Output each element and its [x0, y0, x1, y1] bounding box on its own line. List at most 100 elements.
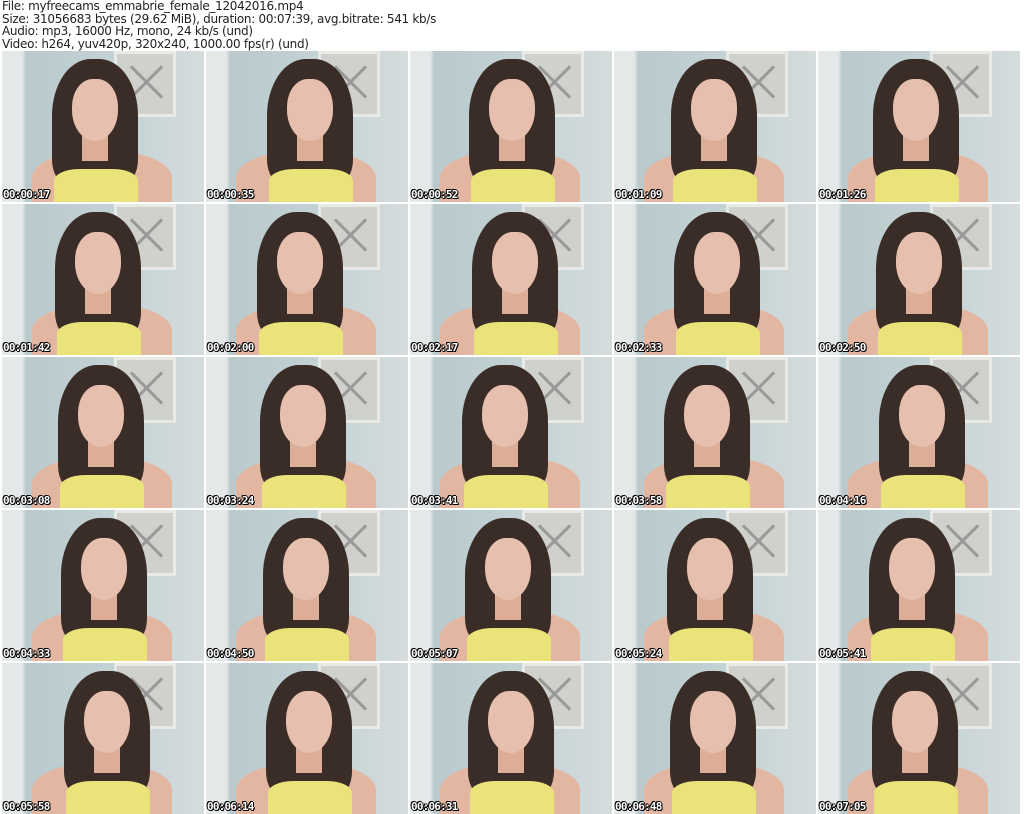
thumbnail-face: [78, 385, 124, 447]
thumbnail-face: [889, 538, 935, 600]
video-thumbnail: 00:00:35: [206, 51, 408, 202]
thumbnail-timestamp: 00:04:33: [3, 647, 50, 660]
thumbnail-timestamp: 00:06:48: [615, 800, 662, 813]
video-thumbnail: 00:05:24: [614, 510, 816, 661]
thumbnail-face: [287, 79, 333, 141]
thumbnail-timestamp: 00:04:50: [207, 647, 254, 660]
thumbnail-timestamp: 00:01:42: [3, 341, 50, 354]
thumbnail-face: [896, 232, 942, 294]
thumbnail-top: [60, 475, 144, 508]
thumbnail-face: [84, 691, 130, 753]
video-thumbnail: 00:04:16: [818, 357, 1020, 508]
thumbnail-timestamp: 00:02:33: [615, 341, 662, 354]
thumbnail-face: [283, 538, 329, 600]
thumbnail-top: [268, 781, 352, 814]
video-info: Video: h264, yuv420p, 320x240, 1000.00 f…: [2, 36, 309, 51]
thumbnail-timestamp: 00:03:41: [411, 494, 458, 507]
thumbnail-timestamp: 00:00:17: [3, 188, 50, 201]
thumbnail-timestamp: 00:06:31: [411, 800, 458, 813]
thumbnail-top: [672, 781, 756, 814]
thumbnail-timestamp: 00:05:07: [411, 647, 458, 660]
video-thumbnail: 00:00:17: [2, 51, 204, 202]
thumbnail-face: [485, 538, 531, 600]
thumbnail-grid: 00:00:17 00:00:35 00:00:52 00:01:09 00:01:26…: [2, 51, 1020, 814]
video-thumbnail: 00:03:24: [206, 357, 408, 508]
thumbnail-top: [669, 628, 753, 661]
video-thumbnail: 00:01:42: [2, 204, 204, 355]
thumbnail-top: [262, 475, 346, 508]
thumbnail-top: [66, 781, 150, 814]
thumbnail-face: [694, 232, 740, 294]
thumbnail-timestamp: 00:02:50: [819, 341, 866, 354]
video-thumbnail: 00:05:07: [410, 510, 612, 661]
thumbnail-top: [259, 322, 343, 355]
thumbnail-face: [489, 79, 535, 141]
video-thumbnail: 00:01:09: [614, 51, 816, 202]
thumbnail-face: [488, 691, 534, 753]
thumbnail-top: [878, 322, 962, 355]
thumbnail-timestamp: 00:05:24: [615, 647, 662, 660]
thumbnail-timestamp: 00:01:26: [819, 188, 866, 201]
thumbnail-face: [75, 232, 121, 294]
thumbnail-timestamp: 00:05:58: [3, 800, 50, 813]
thumbnail-top: [874, 781, 958, 814]
thumbnail-top: [269, 169, 353, 202]
video-thumbnail: 00:03:41: [410, 357, 612, 508]
thumbnail-face: [482, 385, 528, 447]
video-thumbnail: 00:05:41: [818, 510, 1020, 661]
thumbnail-top: [470, 781, 554, 814]
video-thumbnail: 00:00:52: [410, 51, 612, 202]
thumbnail-timestamp: 00:05:41: [819, 647, 866, 660]
thumbnail-timestamp: 00:07:05: [819, 800, 866, 813]
thumbnail-timestamp: 00:03:08: [3, 494, 50, 507]
thumbnail-top: [673, 169, 757, 202]
video-thumbnail: 00:02:17: [410, 204, 612, 355]
video-thumbnail: 00:07:05: [818, 663, 1020, 814]
thumbnail-timestamp: 00:06:14: [207, 800, 254, 813]
thumbnail-timestamp: 00:02:17: [411, 341, 458, 354]
thumbnail-top: [265, 628, 349, 661]
video-thumbnail: 00:06:14: [206, 663, 408, 814]
video-thumbnail: 00:06:48: [614, 663, 816, 814]
thumbnail-top: [881, 475, 965, 508]
thumbnail-face: [277, 232, 323, 294]
thumbnail-timestamp: 00:00:52: [411, 188, 458, 201]
thumbnail-top: [54, 169, 138, 202]
thumbnail-top: [63, 628, 147, 661]
video-thumbnail: 00:02:33: [614, 204, 816, 355]
thumbnail-top: [666, 475, 750, 508]
thumbnail-face: [892, 691, 938, 753]
video-thumbnail: 00:05:58: [2, 663, 204, 814]
video-thumbnail: 00:02:00: [206, 204, 408, 355]
thumbnail-timestamp: 00:02:00: [207, 341, 254, 354]
video-thumbnail: 00:04:33: [2, 510, 204, 661]
thumbnail-face: [687, 538, 733, 600]
thumbnail-face: [684, 385, 730, 447]
thumbnail-face: [899, 385, 945, 447]
video-thumbnail: 00:01:26: [818, 51, 1020, 202]
thumbnail-face: [280, 385, 326, 447]
thumbnail-face: [691, 79, 737, 141]
thumbnail-timestamp: 00:01:09: [615, 188, 662, 201]
thumbnail-top: [464, 475, 548, 508]
thumbnail-face: [690, 691, 736, 753]
thumbnail-face: [286, 691, 332, 753]
file-info-header: File: myfreecams_emmabrie_female_1204201…: [2, 0, 436, 50]
video-thumbnail: 00:03:08: [2, 357, 204, 508]
thumbnail-timestamp: 00:03:58: [615, 494, 662, 507]
thumbnail-top: [871, 628, 955, 661]
file-name: File: myfreecams_emmabrie_female_1204201…: [2, 0, 304, 13]
video-thumbnail: 00:02:50: [818, 204, 1020, 355]
thumbnail-timestamp: 00:00:35: [207, 188, 254, 201]
thumbnail-top: [676, 322, 760, 355]
audio-info: Audio: mp3, 16000 Hz, mono, 24 kb/s (und…: [2, 24, 253, 38]
thumbnail-top: [57, 322, 141, 355]
thumbnail-face: [72, 79, 118, 141]
thumbnail-top: [471, 169, 555, 202]
thumbnail-top: [875, 169, 959, 202]
thumbnail-top: [467, 628, 551, 661]
thumbnail-face: [81, 538, 127, 600]
thumbnail-face: [893, 79, 939, 141]
video-thumbnail: 00:04:50: [206, 510, 408, 661]
video-thumbnail: 00:06:31: [410, 663, 612, 814]
